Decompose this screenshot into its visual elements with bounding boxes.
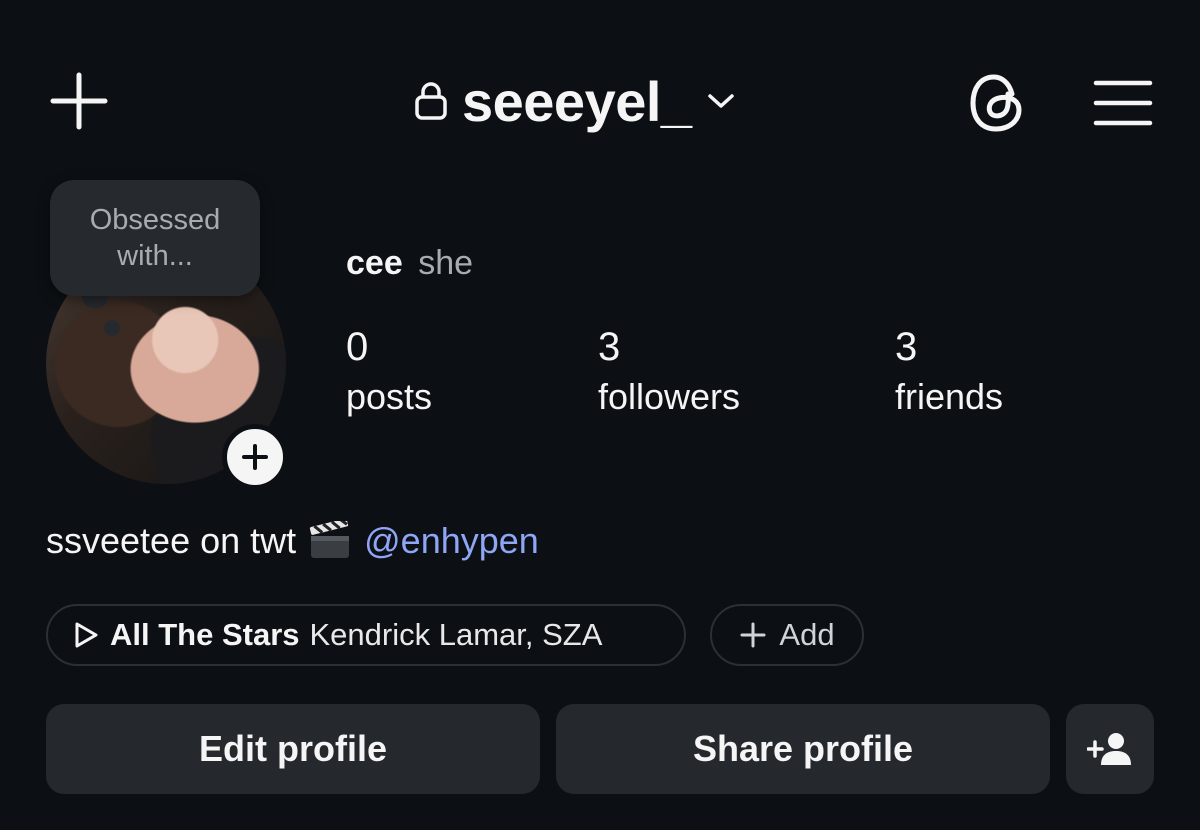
stat-followers[interactable]: 3 followers [598,324,740,422]
discover-people-button[interactable] [1066,704,1154,794]
share-profile-button[interactable]: Share profile [556,704,1050,794]
stat-count: 3 [895,325,918,369]
stat-friends[interactable]: 3 friends [895,324,1003,422]
plus-icon [740,622,766,648]
bio-text: ssveetee on twt [46,520,297,561]
bio-mention-link[interactable]: @enhypen [364,520,539,562]
profile-music-chip[interactable]: All The Stars Kendrick Lamar, SZA [46,604,686,666]
account-switcher[interactable]: seeeyel_ [414,66,736,136]
display-name: cee [346,244,403,282]
play-icon [75,622,98,648]
username: seeeyel_ [462,69,692,133]
name-row: cee she [346,244,473,283]
stat-label: friends [895,376,1004,417]
clapper-board-icon [310,521,350,558]
chevron-down-icon [707,94,734,108]
create-post-button[interactable] [44,66,114,136]
stat-count: 0 [346,325,369,369]
note-text: Obsessed with... [89,204,221,272]
music-artist: Kendrick Lamar, SZA [309,617,603,652]
edit-profile-button[interactable]: Edit profile [46,704,540,794]
lock-icon [415,82,447,120]
music-title: All The Stars [110,617,300,652]
hamburger-menu-icon [1093,80,1153,126]
note-bubble-tail-dot [104,320,120,336]
bio: ssveetee on twt @enhypen [46,520,539,562]
threads-icon [970,74,1022,132]
stat-posts[interactable]: 0 posts [346,324,432,422]
threads-button[interactable] [962,68,1032,138]
add-person-icon [1087,733,1131,765]
add-label: Add [779,617,835,652]
menu-button[interactable] [1088,68,1158,138]
note-bubble[interactable]: Obsessed with... [50,180,260,296]
stat-count: 3 [598,325,621,369]
add-story-button[interactable] [222,424,288,490]
plus-icon [50,72,108,130]
stat-label: followers [598,376,741,417]
plus-icon [242,444,268,470]
stat-label: posts [346,376,433,417]
add-link-button[interactable]: Add [710,604,864,666]
pronouns: she [418,244,474,282]
